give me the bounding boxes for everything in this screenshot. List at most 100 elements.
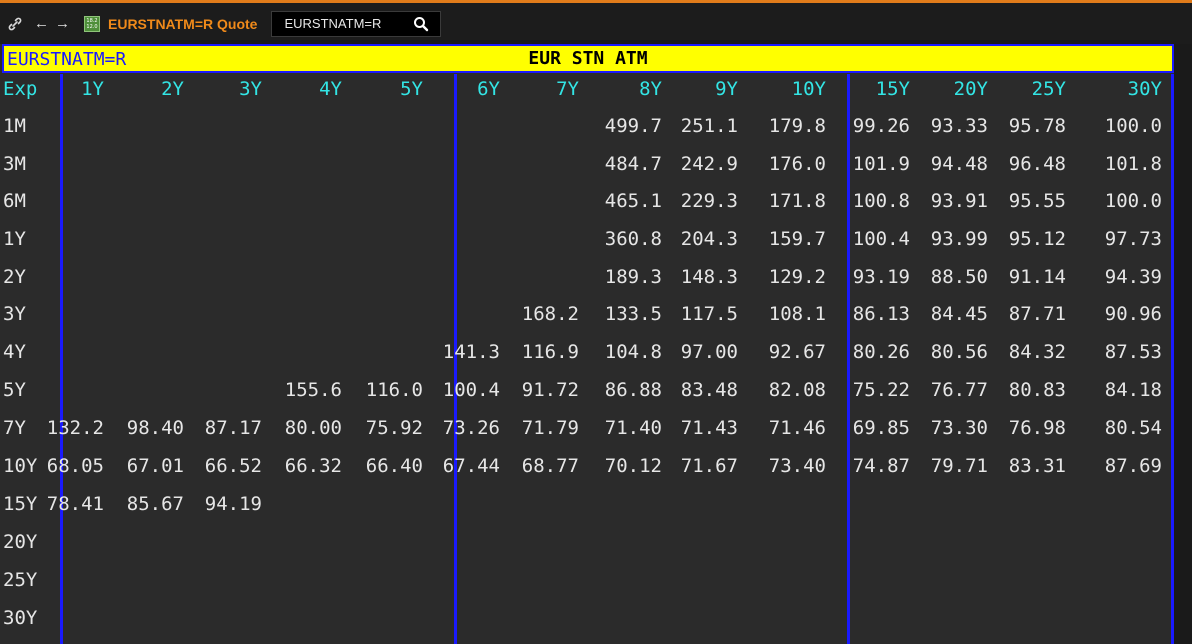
vol-cell: 84.32	[1008, 341, 1066, 363]
vol-cell: 179.8	[768, 115, 826, 137]
vol-cell: 93.33	[930, 115, 988, 137]
vol-cell: 71.40	[604, 417, 662, 439]
vol-cell: 108.1	[768, 303, 826, 325]
column-header: 25Y	[1031, 78, 1066, 100]
vol-cell: 82.08	[768, 379, 826, 401]
badge-line-2: 12.0	[86, 23, 98, 30]
vol-cell: 80.54	[1104, 417, 1162, 439]
vol-cell: 78.41	[46, 493, 104, 515]
vol-cell: 148.3	[680, 266, 738, 288]
vol-cell: 101.9	[852, 153, 910, 175]
row-label: 3M	[3, 153, 26, 175]
link-icon[interactable]	[4, 17, 26, 31]
vol-cell: 94.48	[930, 153, 988, 175]
vol-cell: 71.67	[680, 455, 738, 477]
vol-cell: 71.43	[680, 417, 738, 439]
vol-cell: 87.53	[1104, 341, 1162, 363]
row-label: 4Y	[3, 341, 26, 363]
vol-cell: 94.39	[1104, 266, 1162, 288]
vol-cell: 67.01	[126, 455, 184, 477]
vol-cell: 168.2	[521, 303, 579, 325]
vol-cell: 90.96	[1104, 303, 1162, 325]
app-title: EURSTNATM=R Quote	[108, 15, 258, 32]
back-arrow-icon[interactable]: ←	[34, 15, 49, 32]
vol-cell: 86.13	[852, 303, 910, 325]
vol-cell: 132.2	[46, 417, 104, 439]
column-header: 15Y	[875, 78, 910, 100]
vol-cell: 229.3	[680, 190, 738, 212]
vol-cell: 80.83	[1008, 379, 1066, 401]
vol-cell: 76.98	[1008, 417, 1066, 439]
vol-cell: 70.12	[604, 455, 662, 477]
volatility-grid: Exp 1Y 2Y 3Y 4Y 5Y 6Y 7Y 8Y 9Y 10Y 15Y 20Y 25Y 30Y 1M 49…	[0, 74, 1174, 644]
row-label: 30Y	[3, 607, 38, 629]
vol-cell: 100.0	[1104, 190, 1162, 212]
row-label: 5Y	[3, 379, 26, 401]
toolbar: ← → 18.2 12.0 EURSTNATM=R Quote	[0, 0, 1192, 44]
vol-cell: 97.73	[1104, 228, 1162, 250]
ric-search-box[interactable]	[271, 10, 442, 37]
vol-cell: 98.40	[126, 417, 184, 439]
column-header: 3Y	[239, 78, 262, 100]
vol-cell: 171.8	[768, 190, 826, 212]
vol-cell: 79.71	[930, 455, 988, 477]
vol-cell: 67.44	[442, 455, 500, 477]
vol-cell: 66.52	[204, 455, 262, 477]
vol-cell: 93.99	[930, 228, 988, 250]
vol-cell: 93.19	[852, 266, 910, 288]
vol-cell: 104.8	[604, 341, 662, 363]
row-label: 6M	[3, 190, 26, 212]
vol-cell: 76.77	[930, 379, 988, 401]
vol-cell: 116.0	[365, 379, 423, 401]
page-header-bar: EURSTNATM=R EUR STN ATM	[2, 44, 1174, 73]
column-header: 10Y	[791, 78, 826, 100]
column-header: 1Y	[81, 78, 104, 100]
vol-cell: 80.56	[930, 341, 988, 363]
vol-cell: 95.12	[1008, 228, 1066, 250]
quote-app-icon: 18.2 12.0	[84, 15, 100, 32]
vol-cell: 85.67	[126, 493, 184, 515]
vol-cell: 73.26	[442, 417, 500, 439]
vol-cell: 95.55	[1008, 190, 1066, 212]
page-title: EUR STN ATM	[528, 48, 648, 69]
vol-cell: 87.69	[1104, 455, 1162, 477]
vol-cell: 360.8	[604, 228, 662, 250]
search-icon[interactable]	[409, 12, 433, 36]
column-header: 9Y	[715, 78, 738, 100]
column-header: 6Y	[477, 78, 500, 100]
column-header: 8Y	[639, 78, 662, 100]
vol-cell: 484.7	[604, 153, 662, 175]
vol-cell: 100.8	[852, 190, 910, 212]
vol-cell: 68.77	[521, 455, 579, 477]
ric-input[interactable]	[284, 16, 410, 31]
vol-cell: 75.22	[852, 379, 910, 401]
vol-cell: 80.26	[852, 341, 910, 363]
vol-cell: 155.6	[284, 379, 342, 401]
column-header: 20Y	[953, 78, 988, 100]
vol-cell: 69.85	[852, 417, 910, 439]
vol-cell: 66.32	[284, 455, 342, 477]
vol-cell: 91.14	[1008, 266, 1066, 288]
scrollbar-track[interactable]	[1174, 44, 1192, 644]
column-header: 2Y	[161, 78, 184, 100]
row-label: 1M	[3, 115, 26, 137]
vol-cell: 141.3	[442, 341, 500, 363]
vol-cell: 176.0	[768, 153, 826, 175]
vol-cell: 83.48	[680, 379, 738, 401]
vol-cell: 95.78	[1008, 115, 1066, 137]
vol-cell: 99.26	[852, 115, 910, 137]
grid-divider-left	[60, 74, 63, 644]
vol-cell: 73.30	[930, 417, 988, 439]
vol-cell: 100.0	[1104, 115, 1162, 137]
vol-cell: 71.46	[768, 417, 826, 439]
vol-cell: 74.87	[852, 455, 910, 477]
vol-cell: 91.72	[521, 379, 579, 401]
vol-cell: 242.9	[680, 153, 738, 175]
forward-arrow-icon[interactable]: →	[55, 15, 70, 32]
vol-cell: 100.4	[442, 379, 500, 401]
vol-cell: 80.00	[284, 417, 342, 439]
vol-cell: 94.19	[204, 493, 262, 515]
vol-cell: 204.3	[680, 228, 738, 250]
vol-cell: 86.88	[604, 379, 662, 401]
vol-cell: 465.1	[604, 190, 662, 212]
